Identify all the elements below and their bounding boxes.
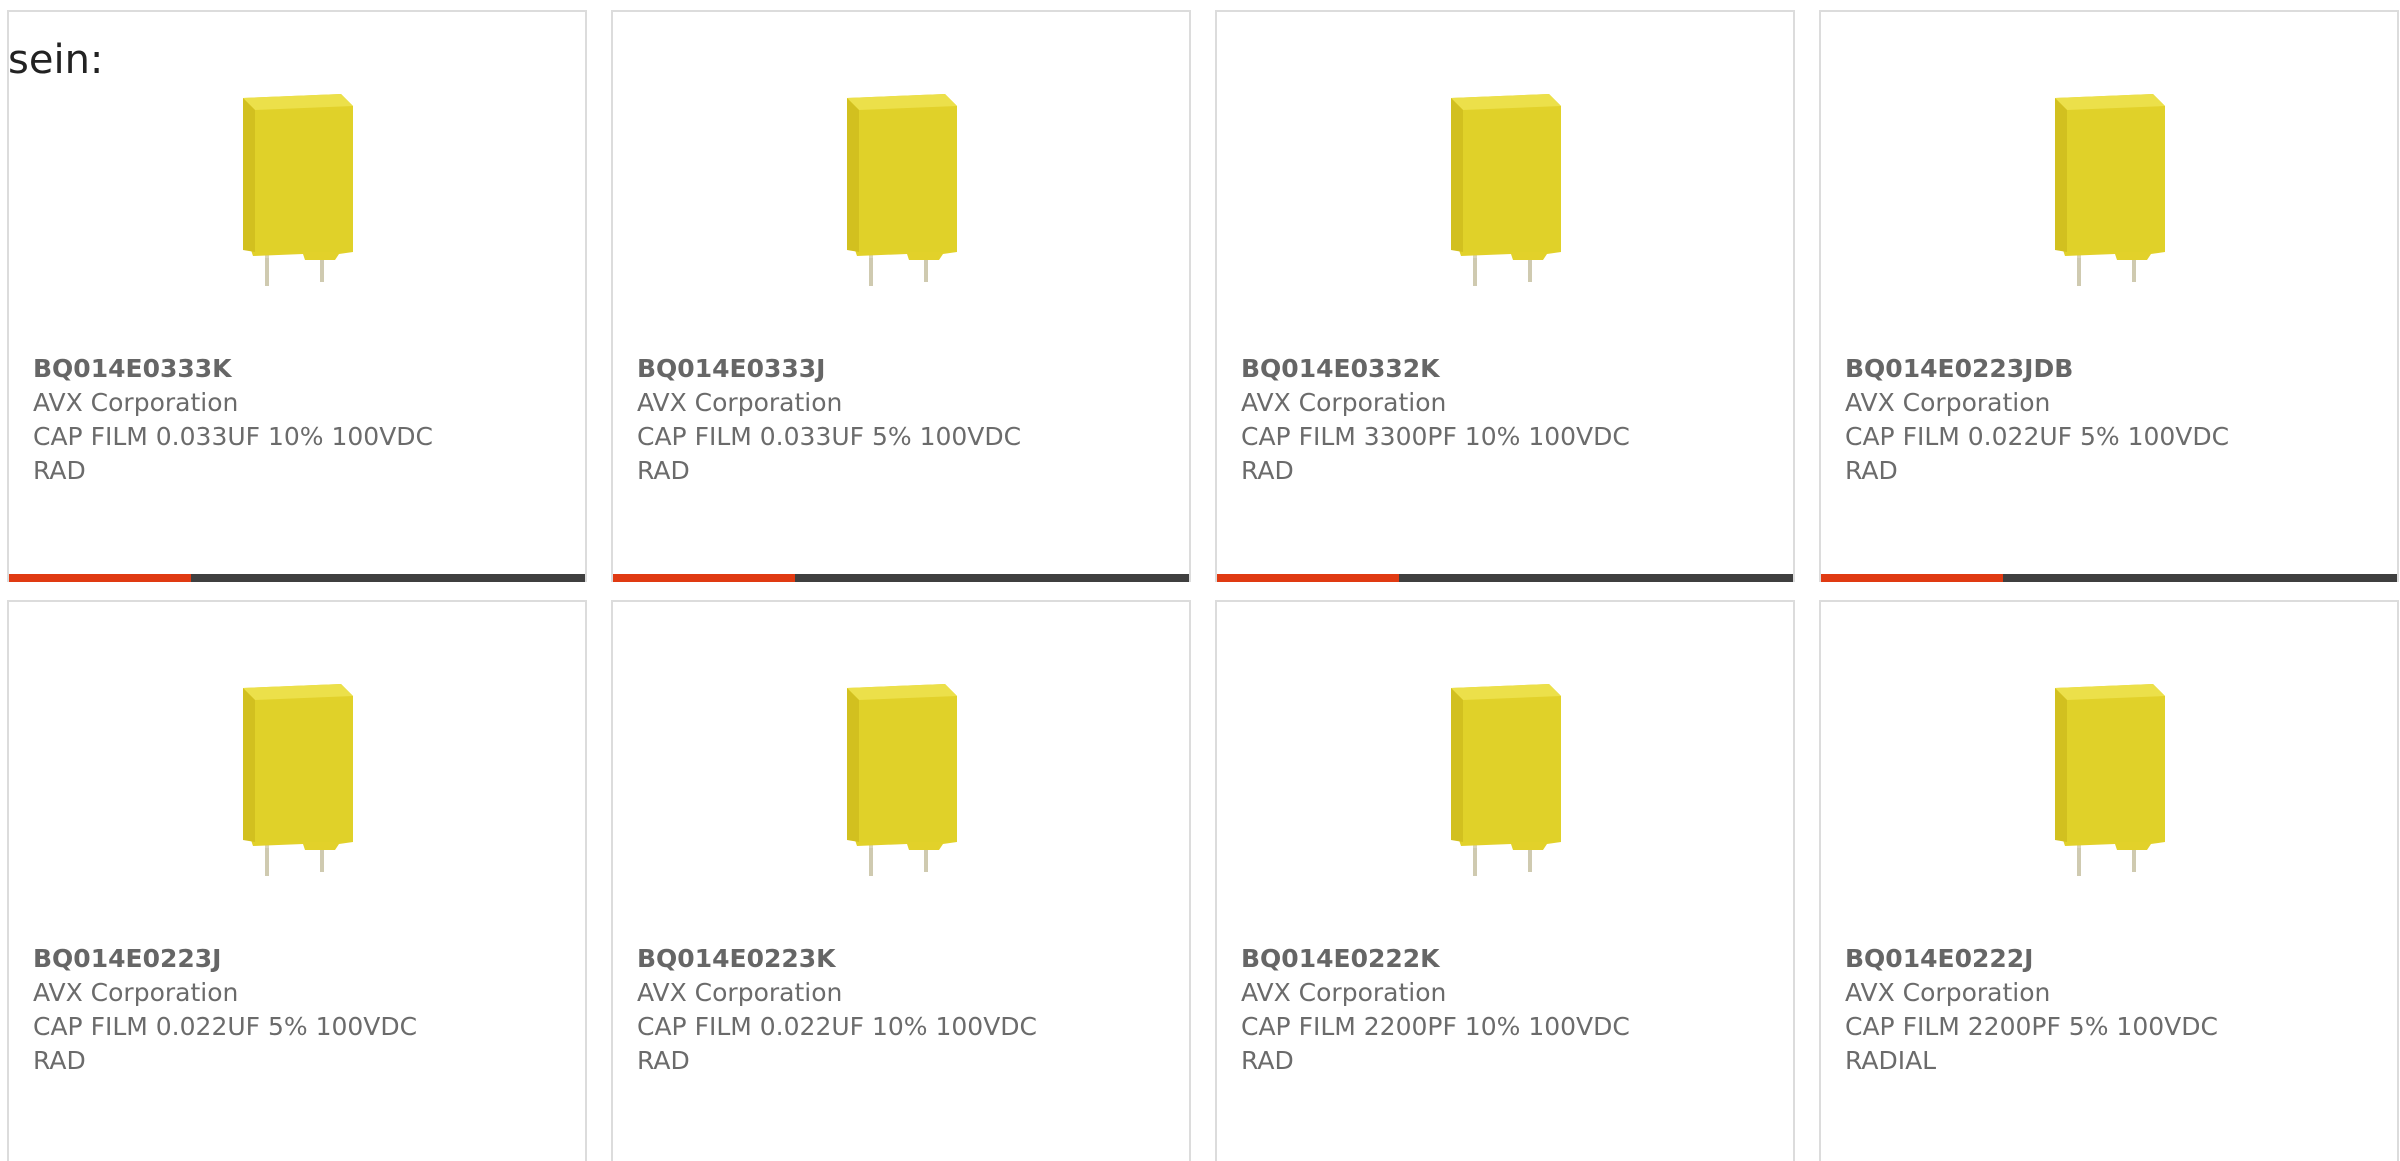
- film-capacitor-icon[interactable]: [2007, 674, 2217, 884]
- part-number[interactable]: BQ014E0332K: [1241, 352, 1769, 386]
- product-card[interactable]: BQ014E0333J AVX Corporation CAP FILM 0.0…: [611, 10, 1191, 582]
- product-description: CAP FILM 2200PF 5% 100VDC RADIAL: [1845, 1012, 2218, 1075]
- product-card[interactable]: BQ014E0332K AVX Corporation CAP FILM 330…: [1215, 10, 1795, 582]
- film-capacitor-icon[interactable]: [2007, 84, 2217, 294]
- card-accent-bar: [1217, 574, 1399, 582]
- part-number[interactable]: BQ014E0223J: [33, 942, 561, 976]
- product-info: BQ014E0332K AVX Corporation CAP FILM 330…: [1241, 352, 1769, 488]
- film-capacitor-icon[interactable]: [195, 674, 405, 884]
- manufacturer: AVX Corporation: [1845, 978, 2051, 1007]
- product-grid-page: sein: BQ014E0333K AVX Corporation CAP FI…: [0, 0, 2400, 1161]
- product-card[interactable]: BQ014E0222J AVX Corporation CAP FILM 220…: [1819, 600, 2399, 1161]
- intro-text: sein:: [8, 37, 104, 83]
- product-grid: BQ014E0333K AVX Corporation CAP FILM 0.0…: [7, 10, 2400, 1161]
- product-info: BQ014E0223K AVX Corporation CAP FILM 0.0…: [637, 942, 1165, 1078]
- card-accent-bar: [613, 574, 795, 582]
- product-info: BQ014E0333J AVX Corporation CAP FILM 0.0…: [637, 352, 1165, 488]
- product-description: CAP FILM 3300PF 10% 100VDC RAD: [1241, 422, 1630, 485]
- card-bottom-bar: [1821, 574, 2397, 582]
- film-capacitor-icon[interactable]: [195, 84, 405, 294]
- product-card[interactable]: BQ014E0223K AVX Corporation CAP FILM 0.0…: [611, 600, 1191, 1161]
- product-description: CAP FILM 2200PF 10% 100VDC RAD: [1241, 1012, 1630, 1075]
- product-info: BQ014E0222K AVX Corporation CAP FILM 220…: [1241, 942, 1769, 1078]
- manufacturer: AVX Corporation: [1241, 978, 1447, 1007]
- product-card[interactable]: BQ014E0223JDB AVX Corporation CAP FILM 0…: [1819, 10, 2399, 582]
- part-number[interactable]: BQ014E0223JDB: [1845, 352, 2373, 386]
- manufacturer: AVX Corporation: [33, 388, 239, 417]
- product-card[interactable]: BQ014E0222K AVX Corporation CAP FILM 220…: [1215, 600, 1795, 1161]
- manufacturer: AVX Corporation: [33, 978, 239, 1007]
- part-number[interactable]: BQ014E0222J: [1845, 942, 2373, 976]
- product-description: CAP FILM 0.033UF 5% 100VDC RAD: [637, 422, 1022, 485]
- product-card[interactable]: BQ014E0223J AVX Corporation CAP FILM 0.0…: [7, 600, 587, 1161]
- manufacturer: AVX Corporation: [637, 978, 843, 1007]
- film-capacitor-icon[interactable]: [799, 84, 1009, 294]
- product-description: CAP FILM 0.022UF 10% 100VDC RAD: [637, 1012, 1038, 1075]
- product-info: BQ014E0223JDB AVX Corporation CAP FILM 0…: [1845, 352, 2373, 488]
- product-card[interactable]: BQ014E0333K AVX Corporation CAP FILM 0.0…: [7, 10, 587, 582]
- product-description: CAP FILM 0.033UF 10% 100VDC RAD: [33, 422, 434, 485]
- part-number[interactable]: BQ014E0223K: [637, 942, 1165, 976]
- product-description: CAP FILM 0.022UF 5% 100VDC RAD: [1845, 422, 2230, 485]
- product-info: BQ014E0333K AVX Corporation CAP FILM 0.0…: [33, 352, 561, 488]
- product-description: CAP FILM 0.022UF 5% 100VDC RAD: [33, 1012, 418, 1075]
- film-capacitor-icon[interactable]: [1403, 84, 1613, 294]
- card-accent-bar: [9, 574, 191, 582]
- card-bottom-bar: [9, 574, 585, 582]
- part-number[interactable]: BQ014E0333J: [637, 352, 1165, 386]
- manufacturer: AVX Corporation: [1845, 388, 2051, 417]
- film-capacitor-icon[interactable]: [799, 674, 1009, 884]
- card-bottom-bar: [613, 574, 1189, 582]
- film-capacitor-icon[interactable]: [1403, 674, 1613, 884]
- card-bottom-bar: [1217, 574, 1793, 582]
- part-number[interactable]: BQ014E0333K: [33, 352, 561, 386]
- card-accent-bar: [1821, 574, 2003, 582]
- manufacturer: AVX Corporation: [637, 388, 843, 417]
- product-info: BQ014E0222J AVX Corporation CAP FILM 220…: [1845, 942, 2373, 1078]
- part-number[interactable]: BQ014E0222K: [1241, 942, 1769, 976]
- manufacturer: AVX Corporation: [1241, 388, 1447, 417]
- product-info: BQ014E0223J AVX Corporation CAP FILM 0.0…: [33, 942, 561, 1078]
